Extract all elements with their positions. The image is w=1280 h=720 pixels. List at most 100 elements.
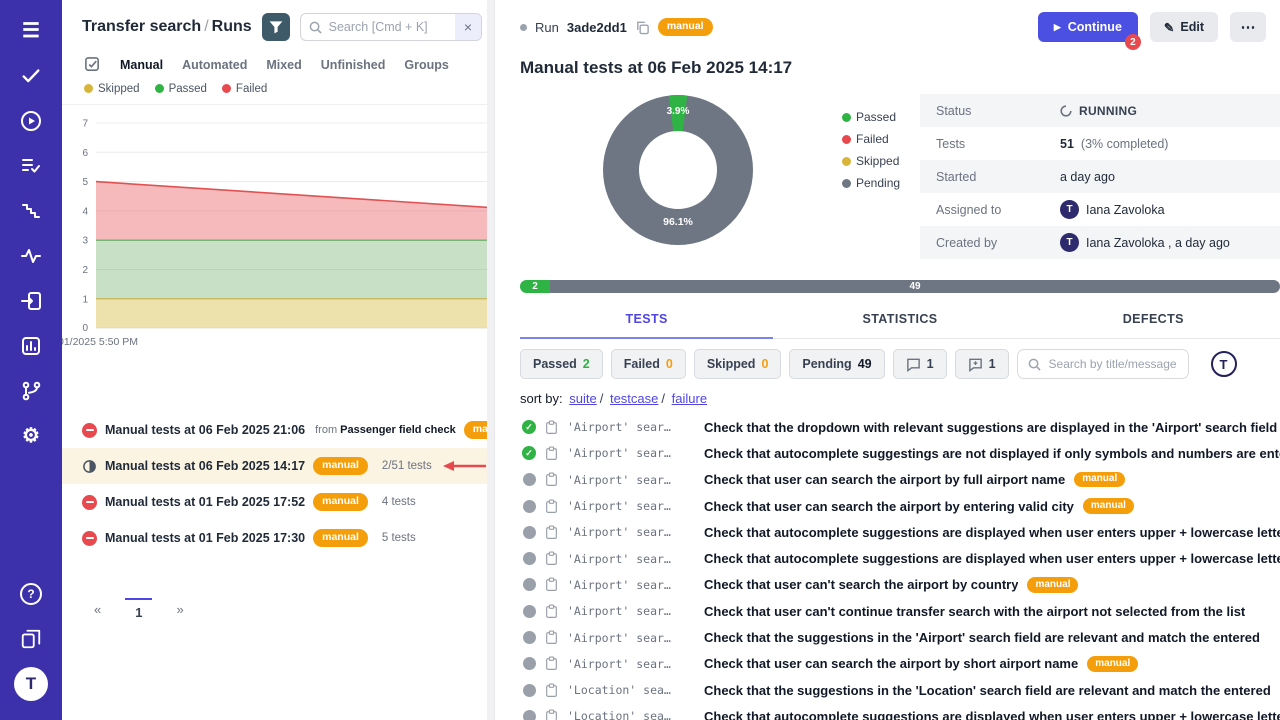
test-suite-label[interactable]: 'Airport' sear… [567, 473, 695, 487]
test-row[interactable]: 'Airport' sear… Check that autocomplete … [520, 440, 1280, 466]
continue-notification-badge: 2 [1125, 34, 1141, 50]
test-suite-label[interactable]: 'Location' sea… [567, 683, 695, 697]
test-suite-label[interactable]: 'Location' sea… [567, 709, 695, 720]
svg-text:2: 2 [82, 265, 88, 276]
test-row[interactable]: 'Location' sea… Check that autocomplete … [520, 703, 1280, 720]
legend-pending: Pending [842, 176, 900, 190]
page-1-button[interactable]: 1 [125, 598, 152, 620]
tab-statistics[interactable]: STATISTICS [773, 303, 1026, 339]
svg-text:5: 5 [82, 177, 88, 188]
sort-by-failure[interactable]: failure [672, 391, 707, 406]
tab-tests[interactable]: TESTS [520, 303, 773, 339]
runs-search-input[interactable] [327, 19, 455, 35]
panel-scrollbar[interactable] [487, 0, 494, 720]
test-suite-label[interactable]: 'Airport' sear… [567, 499, 695, 513]
test-suite-label[interactable]: 'Airport' sear… [567, 420, 695, 434]
test-title[interactable]: Check that the suggestions in the 'Airpo… [704, 630, 1260, 645]
steps-icon[interactable] [0, 188, 62, 233]
filter-button[interactable] [262, 13, 290, 41]
runs-icon[interactable] [0, 98, 62, 143]
test-suite-label[interactable]: 'Airport' sear… [567, 631, 695, 645]
more-actions-button[interactable]: ⋯ [1230, 12, 1266, 42]
failed-run-icon [82, 495, 97, 510]
test-suite-label[interactable]: 'Airport' sear… [567, 552, 695, 566]
filter-passed-button[interactable]: Passed2 [520, 349, 603, 379]
reports-icon[interactable] [0, 323, 62, 368]
search-clear-button[interactable]: × [455, 14, 481, 40]
menu-icon[interactable]: ☰ [0, 8, 62, 53]
tab-defects[interactable]: DEFECTS [1027, 303, 1280, 339]
avatar: T [1060, 233, 1079, 252]
test-title[interactable]: Check that the dropdown with relevant su… [704, 420, 1277, 435]
tab-mixed[interactable]: Mixed [266, 58, 301, 72]
checklist-icon[interactable] [0, 143, 62, 188]
retest-filter-button[interactable]: 1 [955, 349, 1009, 379]
test-title[interactable]: Check that autocomplete suggestions are … [704, 525, 1280, 540]
run-row[interactable]: Manual tests at 01 Feb 2025 17:30 manual… [62, 520, 494, 556]
run-row-selected[interactable]: Manual tests at 06 Feb 2025 14:17 manual… [62, 448, 494, 484]
breadcrumb-project[interactable]: Transfer search [82, 18, 201, 35]
test-title[interactable]: Check that user can search the airport b… [704, 472, 1065, 487]
test-row[interactable]: 'Airport' sear… Check that the dropdown … [520, 414, 1280, 440]
next-page-button[interactable]: » [176, 602, 183, 617]
test-row[interactable]: 'Airport' sear… Check that the suggestio… [520, 624, 1280, 650]
test-row[interactable]: 'Airport' sear… Check that user can't se… [520, 572, 1280, 598]
test-row[interactable]: 'Airport' sear… Check that autocomplete … [520, 545, 1280, 571]
settings-icon[interactable]: ⚙ [0, 413, 62, 458]
filter-pending-button[interactable]: Pending49 [789, 349, 884, 379]
select-all-icon[interactable] [84, 56, 101, 73]
import-icon[interactable] [0, 278, 62, 323]
test-title[interactable]: Check that user can search the airport b… [704, 499, 1074, 514]
help-icon[interactable]: ? [0, 571, 62, 616]
test-title[interactable]: Check that the suggestions in the 'Locat… [704, 683, 1271, 698]
prev-page-button[interactable]: « [94, 602, 101, 617]
skipped-dot-icon [84, 84, 93, 93]
continue-button[interactable]: ▶ Continue 2 [1038, 12, 1138, 42]
test-row[interactable]: 'Location' sea… Check that the suggestio… [520, 677, 1280, 703]
edit-button[interactable]: ✎ Edit [1150, 12, 1218, 42]
filter-failed-button[interactable]: Failed0 [611, 349, 686, 379]
run-title: Manual tests at 06 Feb 2025 21:06 [105, 423, 305, 437]
info-row-created: Created by TIana Zavoloka , a day ago [920, 226, 1280, 259]
copy-run-id-button[interactable] [635, 20, 650, 35]
test-title[interactable]: Check that autocomplete suggestions are … [704, 709, 1280, 720]
test-row[interactable]: 'Airport' sear… Check that user can't co… [520, 598, 1280, 624]
test-title[interactable]: Check that autocomplete suggestions are … [704, 551, 1280, 566]
test-title[interactable]: Check that user can't search the airport… [704, 577, 1018, 592]
test-row[interactable]: 'Airport' sear… Check that user can sear… [520, 651, 1280, 677]
docs-icon[interactable] [0, 616, 62, 661]
activity-icon[interactable] [0, 233, 62, 278]
test-suite-label[interactable]: 'Airport' sear… [567, 604, 695, 618]
sort-by-suite[interactable]: suite [569, 391, 596, 406]
tab-automated[interactable]: Automated [182, 58, 247, 72]
run-row[interactable]: Manual tests at 06 Feb 2025 21:06 from P… [62, 412, 494, 448]
run-meta: 4 tests [382, 496, 416, 508]
user-avatar[interactable]: T [1211, 351, 1237, 377]
run-detail: Run 3ade2dd1 manual ▶ Continue 2 ✎ Edit … [495, 0, 1280, 720]
tab-unfinished[interactable]: Unfinished [321, 58, 386, 72]
test-suite-label[interactable]: 'Airport' sear… [567, 578, 695, 592]
test-title[interactable]: Check that user can search the airport b… [704, 656, 1078, 671]
failed-dot-icon [842, 135, 851, 144]
test-suite-label[interactable]: 'Airport' sear… [567, 446, 695, 460]
branches-icon[interactable] [0, 368, 62, 413]
x-axis-label: 01/2025 5:50 PM [62, 336, 494, 348]
check-icon[interactable] [0, 53, 62, 98]
test-title[interactable]: Check that user can't continue transfer … [704, 604, 1245, 619]
tab-groups[interactable]: Groups [404, 58, 448, 72]
sort-by-testcase[interactable]: testcase [610, 391, 658, 406]
test-row[interactable]: 'Airport' sear… Check that autocomplete … [520, 519, 1280, 545]
tab-manual[interactable]: Manual [120, 58, 163, 72]
test-row[interactable]: 'Airport' sear… Check that user can sear… [520, 493, 1280, 519]
created-value: Iana Zavoloka , a day ago [1086, 236, 1230, 250]
filter-skipped-button[interactable]: Skipped0 [694, 349, 782, 379]
comments-filter-button[interactable]: 1 [893, 349, 947, 379]
run-header-bar: Run 3ade2dd1 manual ▶ Continue 2 ✎ Edit … [520, 0, 1280, 54]
run-row[interactable]: Manual tests at 01 Feb 2025 17:52 manual… [62, 484, 494, 520]
test-suite-label[interactable]: 'Airport' sear… [567, 657, 695, 671]
test-search-input[interactable] [1047, 356, 1178, 372]
test-title[interactable]: Check that autocomplete suggestings are … [704, 446, 1280, 461]
workspace-logo[interactable]: T [0, 661, 62, 706]
test-suite-label[interactable]: 'Airport' sear… [567, 525, 695, 539]
test-row[interactable]: 'Airport' sear… Check that user can sear… [520, 467, 1280, 493]
